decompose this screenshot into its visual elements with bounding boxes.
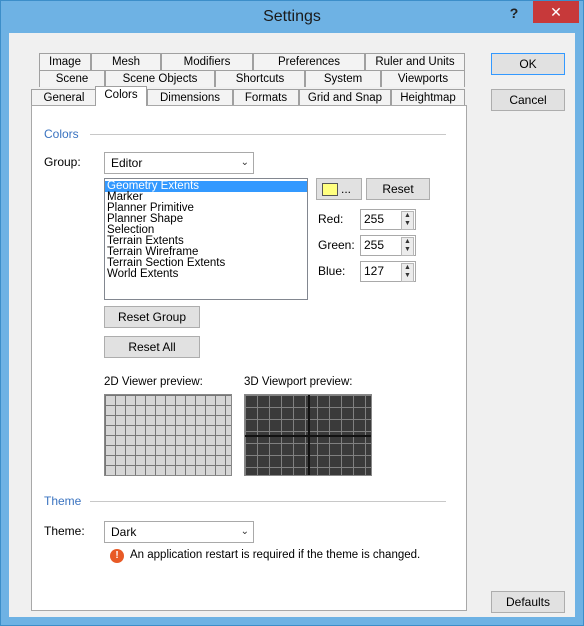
green-spinner[interactable]: 255 ▲ ▼: [360, 235, 416, 256]
tab-heightmap[interactable]: Heightmap: [391, 89, 465, 106]
group-label: Group:: [44, 155, 81, 169]
theme-section-title: Theme: [44, 494, 82, 508]
theme-section-rule: [90, 501, 446, 502]
group-select-value: Editor: [111, 156, 143, 170]
viewport-3d-preview: [244, 394, 372, 476]
tab-modifiers[interactable]: Modifiers: [161, 53, 253, 70]
tab-ruler-and-units[interactable]: Ruler and Units: [365, 53, 465, 70]
tab-scene-objects[interactable]: Scene Objects: [105, 70, 215, 87]
tab-formats[interactable]: Formats: [233, 89, 299, 106]
color-swatch: [322, 183, 338, 196]
help-button[interactable]: ?: [501, 5, 527, 25]
cancel-button[interactable]: Cancel: [491, 89, 565, 111]
tab-shortcuts[interactable]: Shortcuts: [215, 70, 305, 87]
window-title: Settings: [263, 8, 321, 25]
tab-system[interactable]: System: [305, 70, 381, 87]
close-button[interactable]: ✕: [533, 1, 579, 23]
preview-2d-label: 2D Viewer preview:: [104, 376, 203, 388]
theme-select[interactable]: Dark ⌄: [104, 521, 254, 543]
tab-mesh[interactable]: Mesh: [91, 53, 161, 70]
chevron-down-icon: ⌄: [240, 157, 249, 168]
defaults-button[interactable]: Defaults: [491, 591, 565, 613]
title-bar: Settings ? ✕: [1, 1, 583, 33]
chevron-down-icon: ⌄: [240, 526, 249, 537]
color-picker-button[interactable]: ...: [316, 178, 362, 200]
blue-spinner[interactable]: 127 ▲ ▼: [360, 261, 416, 282]
red-spinner[interactable]: 255 ▲ ▼: [360, 209, 416, 230]
color-picker-ellipsis: ...: [341, 182, 352, 196]
blue-value: 127: [364, 264, 385, 278]
red-value: 255: [364, 212, 385, 226]
color-items-list[interactable]: Geometry Extents Marker Planner Primitiv…: [104, 178, 308, 300]
colors-section-rule: [90, 134, 446, 135]
warning-icon: !: [110, 549, 124, 563]
axis-line-vertical: [308, 395, 310, 475]
tab-scene[interactable]: Scene: [39, 70, 105, 87]
group-select[interactable]: Editor ⌄: [104, 152, 254, 174]
green-value: 255: [364, 238, 385, 252]
viewer-2d-preview: [104, 394, 232, 476]
tab-dimensions[interactable]: Dimensions: [147, 89, 233, 106]
tab-general[interactable]: General: [31, 89, 97, 106]
spinner-arrows-icon[interactable]: ▲ ▼: [401, 263, 414, 282]
tab-colors[interactable]: Colors: [95, 86, 147, 106]
theme-label: Theme:: [44, 524, 85, 538]
ok-button[interactable]: OK: [491, 53, 565, 75]
dialog-client-area: Image Mesh Modifiers Preferences Ruler a…: [9, 33, 575, 617]
blue-label: Blue:: [318, 264, 346, 278]
restart-warning-text: An application restart is required if th…: [130, 549, 421, 561]
colors-section-title: Colors: [44, 127, 79, 141]
reset-group-button[interactable]: Reset Group: [104, 306, 200, 328]
theme-select-value: Dark: [111, 525, 137, 539]
tab-viewports[interactable]: Viewports: [381, 70, 465, 87]
tab-preferences[interactable]: Preferences: [253, 53, 365, 70]
spinner-arrows-icon[interactable]: ▲ ▼: [401, 237, 414, 256]
reset-all-button[interactable]: Reset All: [104, 336, 200, 358]
red-label: Red:: [318, 212, 344, 226]
preview-3d-label: 3D Viewport preview:: [244, 376, 353, 388]
settings-window: Settings ? ✕ Image Mesh Modifiers Prefer…: [0, 0, 584, 626]
green-label: Green:: [318, 238, 355, 252]
tab-grid-and-snap[interactable]: Grid and Snap: [299, 89, 391, 106]
colors-tab-page: Colors Group: Editor ⌄ Geometry Extents …: [31, 105, 467, 611]
spinner-arrows-icon[interactable]: ▲ ▼: [401, 211, 414, 230]
tab-image[interactable]: Image: [39, 53, 91, 70]
list-item[interactable]: World Extents: [105, 268, 307, 280]
reset-color-button[interactable]: Reset: [366, 178, 430, 200]
